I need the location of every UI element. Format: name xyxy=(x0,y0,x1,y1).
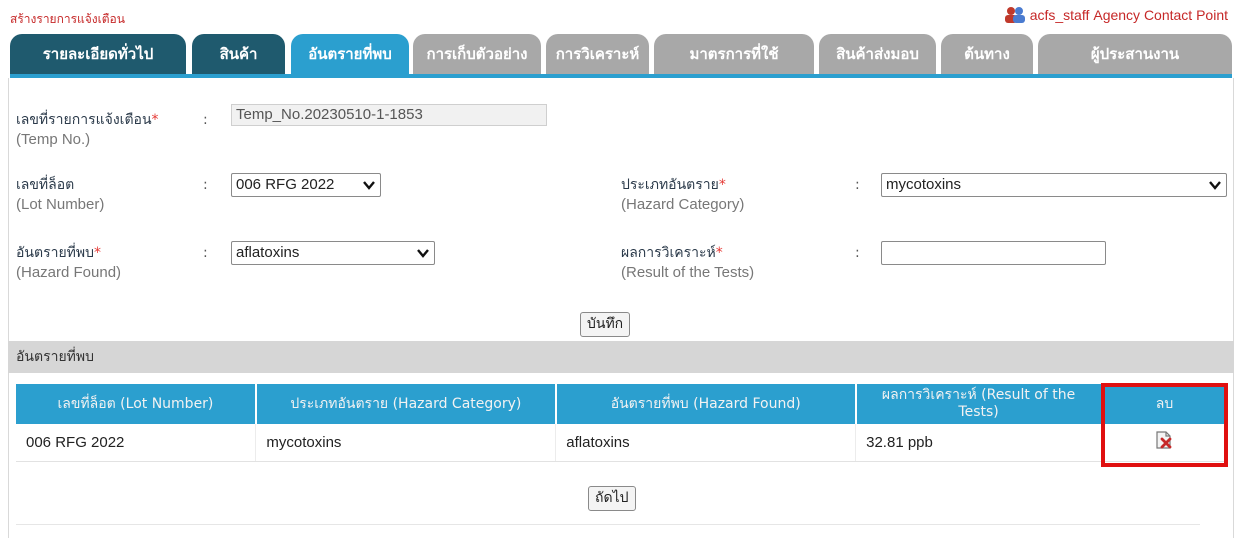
tab-hazard-found[interactable]: อันตรายที่พบ xyxy=(291,34,409,76)
lot-number-select[interactable]: 006 RFG 2022 xyxy=(231,173,381,197)
user-role: Agency Contact Point xyxy=(1093,7,1228,23)
colon: : xyxy=(203,112,208,128)
save-button[interactable]: บันทึก xyxy=(580,312,631,337)
tab-analysis[interactable]: การวิเคราะห์ xyxy=(546,34,649,76)
chevron-down-icon xyxy=(362,177,376,193)
highlight-box xyxy=(1101,383,1228,467)
chevron-down-icon xyxy=(1208,177,1222,193)
cell-category: mycotoxins xyxy=(255,424,557,462)
chevron-down-icon xyxy=(416,245,430,261)
temp-no-label: เลขที่รายการแจ้งเตือน* (Temp No.) xyxy=(16,112,159,148)
hazard-found-select[interactable]: aflatoxins xyxy=(231,241,435,265)
result-label: ผลการวิเคราะห์* (Result of the Tests) xyxy=(621,245,755,281)
content-frame xyxy=(8,78,1234,538)
user-info: acfs_staff Agency Contact Point xyxy=(1004,6,1228,24)
hazard-table: เลขที่ล็อต (Lot Number) ประเภทอันตราย (H… xyxy=(16,384,1227,462)
column-header-result: ผลการวิเคราะห์ (Result of the Tests) xyxy=(855,384,1103,424)
divider xyxy=(16,524,1200,525)
result-input[interactable] xyxy=(881,241,1106,265)
section-title: อันตรายที่พบ xyxy=(8,341,1234,373)
hazard-category-label: ประเภทอันตราย* (Hazard Category) xyxy=(621,177,745,213)
temp-no-field: Temp_No.20230510-1-1853 xyxy=(231,104,547,126)
page-header: สร้างรายการแจ้งเตือน acfs_staff Agency C… xyxy=(0,0,1242,32)
hazard-category-select[interactable]: mycotoxins xyxy=(881,173,1227,197)
hazard-found-label: อันตรายที่พบ* (Hazard Found) xyxy=(16,245,122,281)
colon: : xyxy=(203,177,208,193)
table-header-row: เลขที่ล็อต (Lot Number) ประเภทอันตราย (H… xyxy=(16,384,1227,424)
users-icon xyxy=(1004,6,1026,24)
column-header-category: ประเภทอันตราย (Hazard Category) xyxy=(255,384,557,424)
cell-result: 32.81 ppb xyxy=(855,424,1103,462)
tab-coordinator[interactable]: ผู้ประสานงาน xyxy=(1038,34,1232,76)
page-title: สร้างรายการแจ้งเตือน xyxy=(10,12,125,26)
colon: : xyxy=(855,245,860,261)
tab-bar: รายละเอียดทั่วไป สินค้า อันตรายที่พบ การ… xyxy=(10,30,1232,76)
table-row: 006 RFG 2022 mycotoxins aflatoxins 32.81… xyxy=(16,424,1227,462)
tab-origin[interactable]: ต้นทาง xyxy=(941,34,1033,76)
tab-general-details[interactable]: รายละเอียดทั่วไป xyxy=(10,34,186,76)
user-name[interactable]: acfs_staff xyxy=(1030,7,1090,23)
column-header-hazard: อันตรายที่พบ (Hazard Found) xyxy=(555,384,857,424)
colon: : xyxy=(203,245,208,261)
tab-measures[interactable]: มาตรการที่ใช้ xyxy=(654,34,814,76)
tab-delivered-goods[interactable]: สินค้าส่งมอบ xyxy=(819,34,936,76)
tab-product[interactable]: สินค้า xyxy=(192,34,285,76)
colon: : xyxy=(855,177,860,193)
tab-sampling[interactable]: การเก็บตัวอย่าง xyxy=(413,34,541,76)
next-button[interactable]: ถัดไป xyxy=(588,486,636,511)
lot-number-label: เลขที่ล็อต (Lot Number) xyxy=(16,177,105,213)
column-header-lot: เลขที่ล็อต (Lot Number) xyxy=(16,384,257,424)
cell-hazard: aflatoxins xyxy=(555,424,857,462)
cell-lot: 006 RFG 2022 xyxy=(16,424,257,462)
